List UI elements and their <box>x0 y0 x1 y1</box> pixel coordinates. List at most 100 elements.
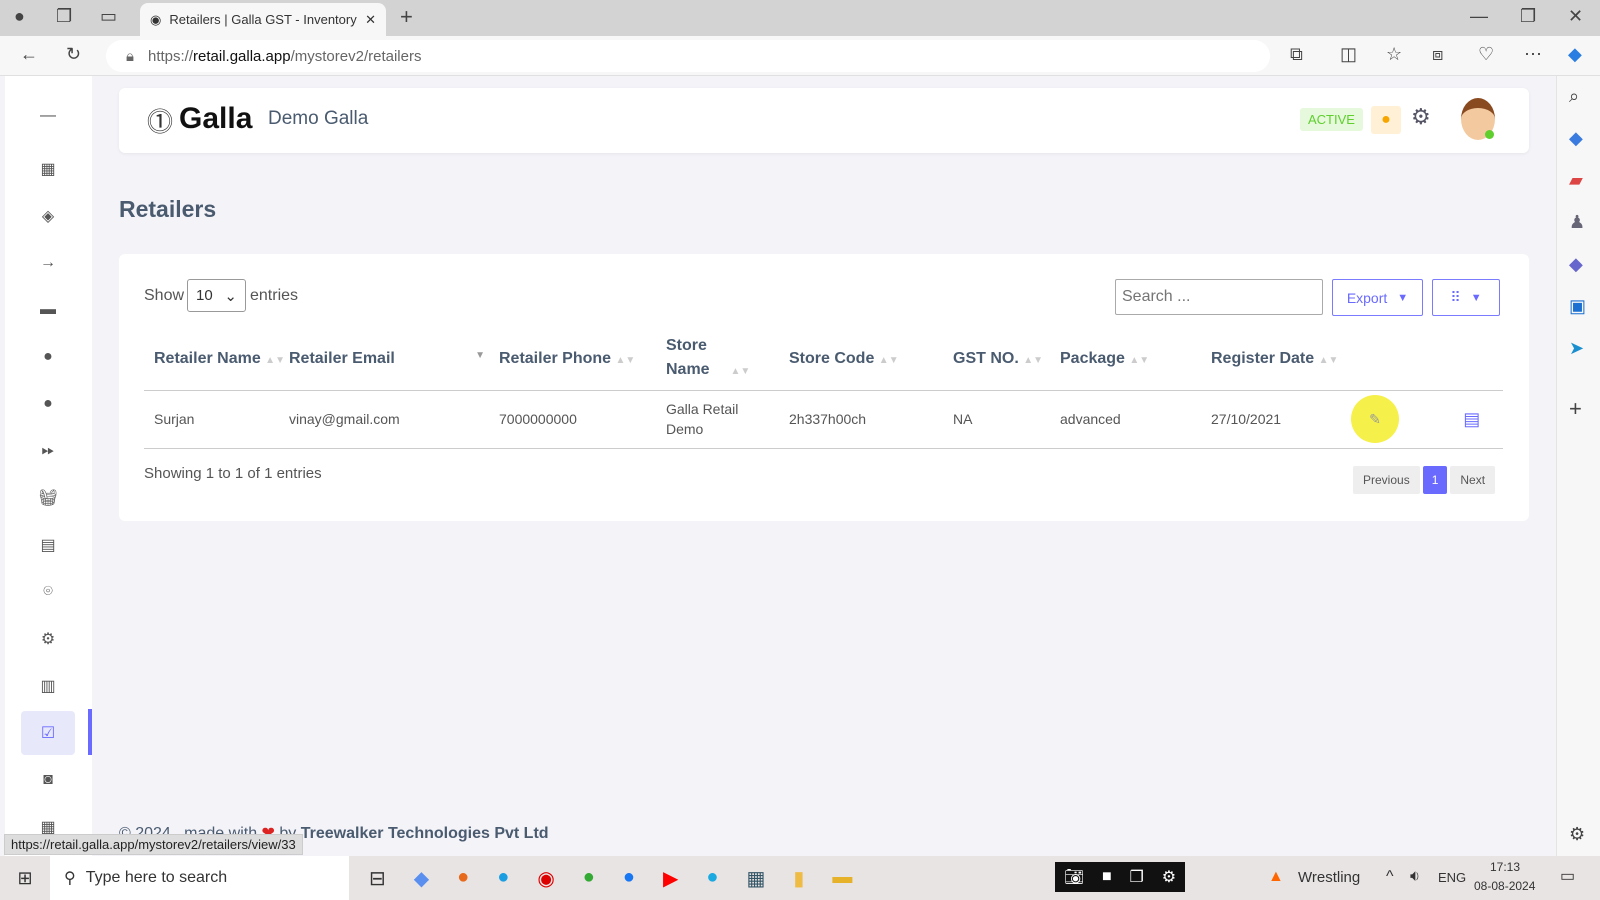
tools-icon[interactable]: ▰ <box>1569 170 1583 191</box>
lock-icon: 🔒︎ <box>126 47 134 65</box>
skype-icon[interactable]: ● <box>706 866 718 891</box>
export-button[interactable]: Export ▼ <box>1332 279 1423 316</box>
weather-icon: ▲ <box>1268 868 1284 885</box>
weather-text[interactable]: Wrestling <box>1298 869 1360 886</box>
minimize-icon[interactable]: — <box>1470 6 1488 27</box>
contacts-icon[interactable]: ▤ <box>21 523 75 567</box>
tab-actions-icon[interactable]: ▭ <box>100 6 117 27</box>
forward-icon[interactable]: ⏩︎ <box>21 429 75 473</box>
galla-logo-icon: ⓵ <box>147 107 174 137</box>
volume-icon[interactable]: 🔉︎ <box>1410 868 1420 886</box>
user-icon[interactable]: ● <box>21 335 75 379</box>
alert-icon[interactable]: ● <box>1371 106 1401 134</box>
sidebar-settings-icon[interactable]: ⚙ <box>1569 824 1585 845</box>
video-icon[interactable]: ■ <box>1102 868 1112 886</box>
page-title: Retailers <box>119 196 217 222</box>
table-row: Surjan vinay@gmail.com 7000000000 Galla … <box>144 390 1503 448</box>
refresh-icon[interactable]: ↻ <box>66 44 81 65</box>
browser-tab[interactable]: ◉ Retailers | Galla GST - Inventory S ✕ <box>140 3 386 36</box>
column-header[interactable]: Store Name ▲▼ <box>666 328 789 390</box>
tray-chevron-icon[interactable]: ^ <box>1386 868 1394 886</box>
basket-icon[interactable]: 🧺︎ <box>21 476 75 520</box>
column-header[interactable]: Store Code ▲▼ <box>789 328 953 390</box>
edge-icon[interactable]: ● <box>497 866 509 891</box>
next-button[interactable]: Next <box>1450 466 1496 494</box>
dashboard-icon[interactable]: ▦ <box>21 147 75 191</box>
caret-down-icon: ▼ <box>1470 291 1482 304</box>
box-icon[interactable]: ◈ <box>21 194 75 238</box>
status-bar-url: https://retail.galla.app/mystorev2/retai… <box>4 834 303 855</box>
camera-icon[interactable]: ◙ <box>21 758 75 802</box>
task-view-icon[interactable]: ⊟ <box>369 866 386 891</box>
edit-icon[interactable]: ✎ <box>1351 395 1399 443</box>
settings-icon[interactable]: ⚙ <box>21 617 75 661</box>
search-icon[interactable]: ⌕ <box>1569 86 1579 107</box>
window-icon[interactable]: ❐ <box>1130 867 1144 887</box>
record-icon[interactable]: ◉ <box>537 866 554 891</box>
app-icon[interactable]: ▮ <box>793 866 804 891</box>
gear-icon[interactable]: ⚙ <box>1411 104 1431 130</box>
url-field[interactable]: 🔒︎ https://retail.galla.app/mystorev2/re… <box>106 40 1270 72</box>
games-icon[interactable]: ♟ <box>1569 212 1585 233</box>
collections-icon[interactable]: ❐ <box>56 6 72 27</box>
send-icon[interactable]: ➤ <box>1569 338 1584 359</box>
view-details-icon[interactable]: ▤ <box>1463 409 1480 429</box>
user-circle-icon[interactable]: ● <box>21 382 75 426</box>
windows-start-icon[interactable]: ⊞ <box>0 868 50 889</box>
page-size-select[interactable]: 10 ⌄ <box>187 279 246 312</box>
copilot-icon[interactable]: ◆ <box>1568 44 1582 65</box>
notifications-icon[interactable]: ▭ <box>1560 866 1575 886</box>
column-visibility-button[interactable]: ⠿ ▼ <box>1432 279 1500 316</box>
column-header[interactable]: Package ▲▼ <box>1060 328 1211 390</box>
back-icon[interactable]: ← <box>20 44 38 65</box>
gear-icon[interactable]: ⚙ <box>1162 867 1176 887</box>
language-indicator[interactable]: ENG <box>1438 870 1466 885</box>
facebook-icon[interactable]: ● <box>623 866 635 891</box>
firefox-icon[interactable]: ● <box>457 866 469 891</box>
close-window-icon[interactable]: ✕ <box>1568 6 1583 27</box>
chrome-icon[interactable]: ● <box>583 866 595 891</box>
favorites-icon[interactable]: ☆ <box>1386 44 1402 65</box>
camera-icon[interactable]: 📷︎ <box>1064 867 1084 887</box>
copilot-app-icon[interactable]: ◆ <box>414 866 429 891</box>
location-icon[interactable]: ⌾ <box>21 570 75 614</box>
column-header[interactable]: Retailer Name ▲▼ <box>144 328 289 390</box>
clock-date[interactable]: 08-08-2024 <box>1474 879 1535 893</box>
clock-time[interactable]: 17:13 <box>1490 860 1520 874</box>
new-tab-icon[interactable]: + <box>400 4 413 30</box>
add-icon[interactable]: + <box>1569 396 1582 422</box>
ticket-icon[interactable]: ▬ <box>21 288 75 332</box>
column-header[interactable]: Register Date ▲▼ <box>1211 328 1351 390</box>
pagination-info: Showing 1 to 1 of 1 entries <box>144 465 322 482</box>
more-icon[interactable]: ⋯ <box>1524 44 1542 65</box>
report-icon[interactable]: ▥ <box>21 664 75 708</box>
outlook-icon[interactable]: ▣ <box>1569 296 1586 317</box>
store-icon[interactable]: ▦ <box>746 866 765 891</box>
restore-icon[interactable]: ❐ <box>1520 6 1536 27</box>
company-link[interactable]: Treewalker Technologies Pvt Ltd <box>301 825 549 842</box>
split-screen-icon[interactable]: ◫ <box>1340 44 1357 65</box>
taskbar-search[interactable]: ⚲ Type here to search <box>50 856 349 900</box>
retailers-card: Show 10⌄ entries Export▼ ⠿▼ Retailer Nam… <box>119 254 1529 521</box>
column-header[interactable]: Retailer Phone ▲▼ <box>499 328 666 390</box>
menu-toggle-icon[interactable]: — <box>21 94 75 138</box>
previous-button[interactable]: Previous <box>1353 466 1420 494</box>
page-1-button[interactable]: 1 <box>1422 466 1448 494</box>
retailers-icon[interactable]: ☑ <box>21 711 75 755</box>
collections-icon[interactable]: ⧈ <box>1432 44 1443 65</box>
search-input[interactable] <box>1115 279 1323 315</box>
column-header[interactable]: Retailer Email ▼ <box>289 328 499 390</box>
file-explorer-icon[interactable]: ▬ <box>832 866 852 891</box>
edge-sidebar: ⌕ ◆ ▰ ♟ ◆ ▣ ➤ + ⚙ <box>1556 76 1600 856</box>
profile-icon[interactable]: ● <box>14 6 25 27</box>
browser-essentials-icon[interactable]: ♡ <box>1478 44 1494 65</box>
extensions-icon[interactable]: ⧉ <box>1290 44 1303 65</box>
youtube-icon[interactable]: ▶ <box>663 866 678 891</box>
pagination: Previous 1 Next <box>1353 466 1496 494</box>
search-icon: ⚲ <box>64 870 76 887</box>
close-tab-icon[interactable]: ✕ <box>365 12 376 28</box>
shopping-icon[interactable]: ◆ <box>1569 128 1583 149</box>
column-header[interactable]: GST NO. ▲▼ <box>953 328 1060 390</box>
arrow-right-icon[interactable]: → <box>21 241 75 285</box>
office-icon[interactable]: ◆ <box>1569 254 1583 275</box>
